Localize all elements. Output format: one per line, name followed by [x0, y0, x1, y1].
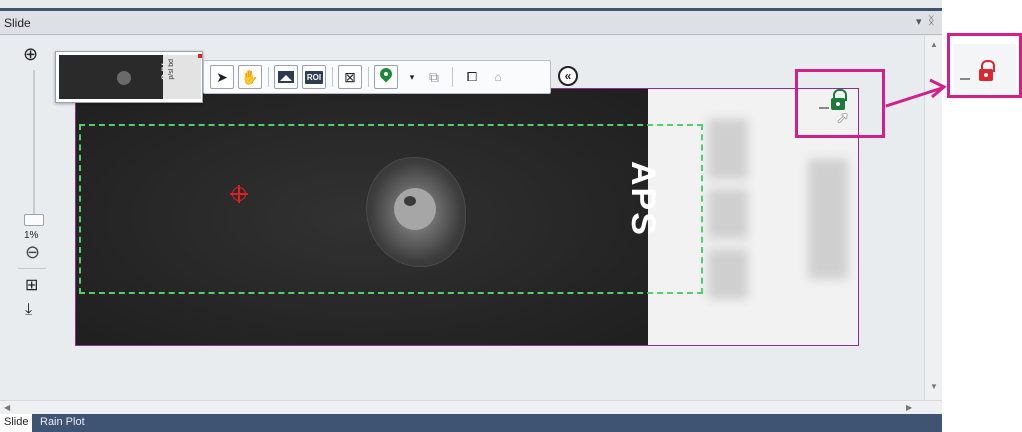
- app-root: Slide ▾ ᛝ ▲ ▼ ◀ ▶ Slide Rain Plot ⊕ 1% ⊖…: [0, 0, 1022, 432]
- callout-arrow: [885, 78, 947, 108]
